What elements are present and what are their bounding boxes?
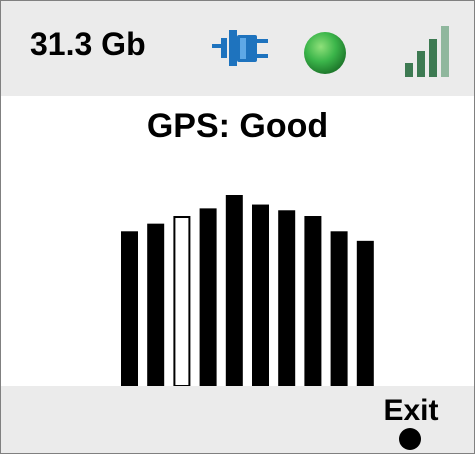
satellite-bar: [121, 231, 138, 386]
exit-label: Exit: [383, 394, 439, 427]
satellite-bar-selected: [173, 216, 191, 387]
power-plug-icon: [212, 30, 268, 66]
satellite-bar: [304, 216, 322, 386]
satellite-bar: [147, 223, 165, 386]
exit-dot-icon: [399, 428, 421, 450]
satellite-bar: [199, 208, 217, 386]
gps-status-heading: GPS: Good: [1, 109, 474, 143]
gps-status-text: GPS: Good: [146, 107, 329, 145]
satellite-bar: [356, 240, 374, 386]
exit-button[interactable]: Exit: [373, 386, 449, 452]
signal-strength-icon: [405, 26, 449, 77]
storage-indicator: 31.3 Gb: [30, 26, 146, 62]
gps-screen: 31.3 Gb GPS: Good Exit: [0, 0, 475, 454]
status-bar: 31.3 Gb: [1, 1, 474, 96]
satellite-bar: [252, 204, 269, 386]
satellite-bar: [278, 210, 296, 386]
gps-status-dot-icon: [304, 32, 346, 74]
satellite-bar: [330, 231, 348, 386]
satellite-bar: [225, 195, 243, 386]
